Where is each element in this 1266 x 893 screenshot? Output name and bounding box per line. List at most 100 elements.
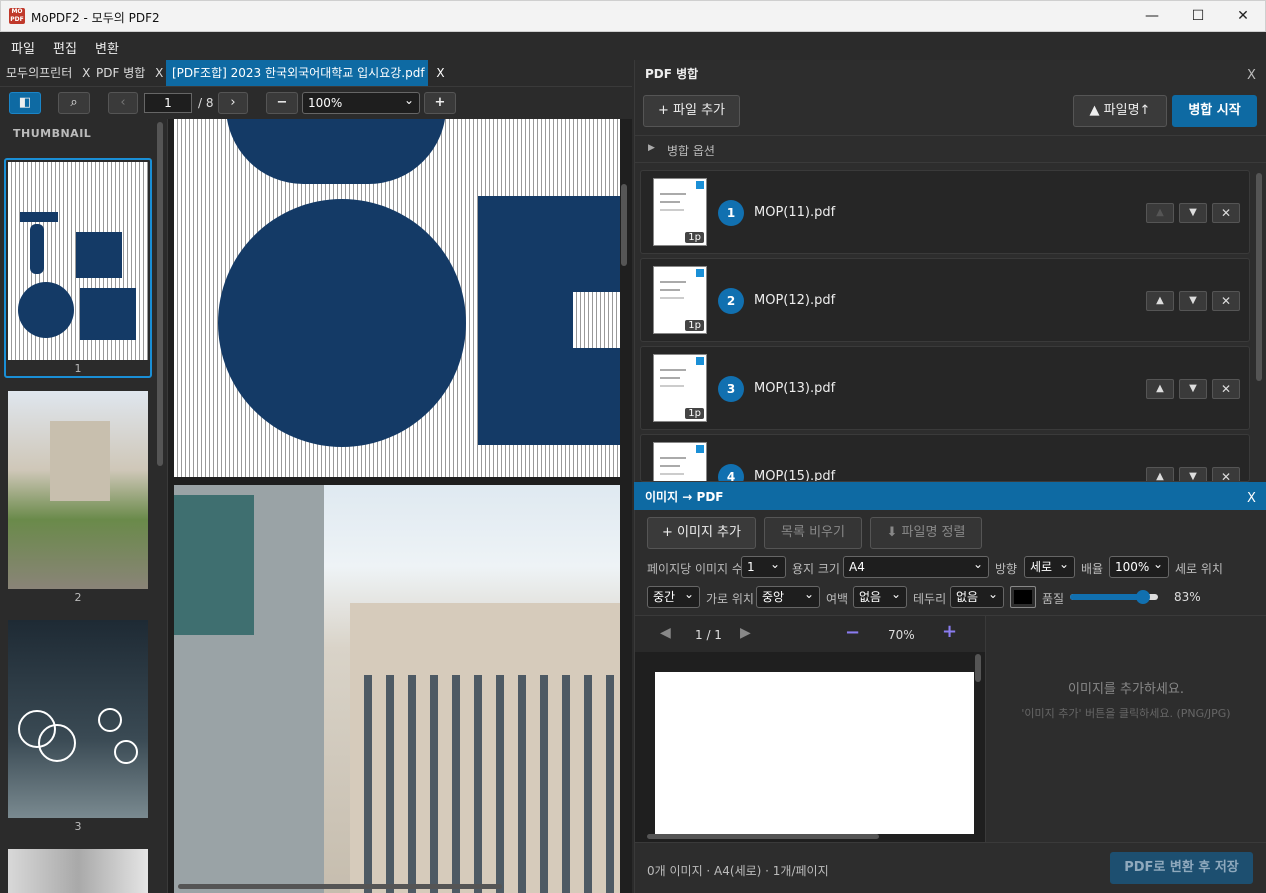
preview-hscrollbar[interactable] bbox=[647, 834, 879, 839]
preview-vscrollbar[interactable] bbox=[975, 654, 981, 682]
move-down-button[interactable]: ▼ bbox=[1179, 467, 1207, 481]
clear-list-button[interactable]: 목록 비우기 bbox=[764, 517, 862, 549]
margin-select[interactable]: 없음 bbox=[853, 584, 907, 608]
window-title: MoPDF2 - 모두의 PDF2 bbox=[31, 11, 160, 25]
tab-pdf-merge[interactable]: PDF 병합 X bbox=[90, 60, 169, 86]
file-thumb-line bbox=[660, 377, 680, 379]
file-thumb-line bbox=[660, 465, 680, 467]
preview-zoom-value: 70% bbox=[888, 628, 915, 642]
file-thumb-line bbox=[660, 193, 686, 195]
img2pdf-title: 이미지 → PDF bbox=[645, 490, 724, 504]
preview-next-icon[interactable]: ▶ bbox=[740, 625, 751, 641]
border-color-picker[interactable] bbox=[1010, 586, 1036, 608]
close-window-icon[interactable]: ✕ bbox=[1220, 1, 1266, 32]
quality-slider[interactable] bbox=[1070, 590, 1158, 604]
page-shape bbox=[573, 292, 620, 348]
viewer-hscrollbar[interactable] bbox=[178, 884, 502, 889]
tab-label: 모두의프린터 bbox=[6, 66, 73, 80]
move-down-button[interactable]: ▼ bbox=[1179, 291, 1207, 311]
tab-printer[interactable]: 모두의프린터 X bbox=[0, 60, 96, 86]
img2pdf-close-icon[interactable]: X bbox=[1247, 491, 1256, 506]
zoom-in-button[interactable]: + bbox=[424, 92, 456, 114]
thumb-shape bbox=[20, 212, 58, 222]
tab-label: PDF 병합 bbox=[96, 66, 146, 80]
file-thumbnail: 1p bbox=[653, 266, 707, 334]
quality-slider-fill bbox=[1070, 594, 1144, 600]
preview-canvas bbox=[635, 652, 985, 842]
preview-zoom-out-icon[interactable]: − bbox=[845, 622, 860, 643]
merge-options-bar[interactable] bbox=[635, 135, 1266, 163]
merge-file-row[interactable]: 1p 2 MOP(12).pdf ▲ ▼ ✕ bbox=[640, 258, 1250, 342]
zoom-select[interactable]: 100% bbox=[302, 90, 420, 114]
thumbnail-label: 3 bbox=[74, 820, 82, 833]
per-page-select[interactable]: 1 bbox=[741, 554, 786, 578]
quality-slider-knob[interactable] bbox=[1136, 590, 1151, 604]
file-thumbnail: 1p bbox=[653, 354, 707, 422]
add-file-button[interactable]: + 파일 추가 bbox=[643, 95, 740, 127]
move-up-button[interactable]: ▲ bbox=[1146, 291, 1174, 311]
menu-edit[interactable]: 편집 bbox=[53, 38, 77, 57]
file-index-badge: 4 bbox=[718, 464, 744, 481]
valign-select[interactable]: 중간 bbox=[647, 584, 700, 608]
page-shape bbox=[174, 495, 254, 635]
preview-zoom-in-icon[interactable]: + bbox=[942, 621, 957, 642]
move-up-button[interactable]: ▲ bbox=[1146, 379, 1174, 399]
minimize-icon[interactable]: — bbox=[1129, 1, 1175, 32]
page-total: / 8 bbox=[198, 96, 214, 110]
orientation-label: 방향 bbox=[995, 562, 1018, 576]
tab-active-document[interactable]: [PDF조합] 2023 한국외국어대학교 입시요강.pdf X bbox=[166, 60, 445, 86]
merge-file-row[interactable]: 1p 1 MOP(11).pdf ▲ ▼ ✕ bbox=[640, 170, 1250, 254]
divider bbox=[985, 616, 986, 842]
app-logo-icon: MO PDF bbox=[9, 8, 25, 24]
paper-size-select[interactable]: A4 bbox=[843, 554, 989, 578]
thumbnail-page-3[interactable] bbox=[8, 620, 148, 818]
remove-file-button[interactable]: ✕ bbox=[1212, 467, 1240, 481]
scale-select[interactable]: 100% bbox=[1109, 554, 1169, 578]
thumbnail-label: 1 bbox=[74, 362, 82, 375]
pdf-page-1 bbox=[174, 119, 620, 477]
merge-start-button[interactable]: 병합 시작 bbox=[1172, 95, 1257, 127]
move-down-button[interactable]: ▼ bbox=[1179, 379, 1207, 399]
page-number-input[interactable]: 1 bbox=[144, 93, 192, 113]
menu-file[interactable]: 파일 bbox=[11, 38, 35, 57]
sort-filename-button[interactable]: ▲ 파일명↑ bbox=[1073, 95, 1167, 127]
merge-close-icon[interactable]: X bbox=[1247, 68, 1256, 83]
sort-images-button[interactable]: ⬇ 파일명 정렬 bbox=[870, 517, 982, 549]
thumbnail-page-2[interactable] bbox=[8, 391, 148, 589]
merge-scrollbar[interactable] bbox=[1256, 173, 1262, 381]
prev-page-button[interactable]: ‹ bbox=[108, 92, 138, 114]
thumbnail-scrollbar[interactable] bbox=[157, 122, 163, 466]
merge-file-row[interactable]: 1p 3 MOP(13).pdf ▲ ▼ ✕ bbox=[640, 346, 1250, 430]
zoom-out-button[interactable]: − bbox=[266, 92, 298, 114]
file-page-count: 1p bbox=[685, 408, 704, 419]
next-page-button[interactable]: › bbox=[218, 92, 248, 114]
move-up-button[interactable]: ▲ bbox=[1146, 203, 1174, 223]
thumbnail-page-4[interactable] bbox=[8, 849, 148, 893]
remove-file-button[interactable]: ✕ bbox=[1212, 291, 1240, 311]
sidebar-toggle-icon[interactable]: ◧ bbox=[9, 92, 41, 114]
file-page-count: 1p bbox=[685, 320, 704, 331]
move-up-button[interactable]: ▲ bbox=[1146, 467, 1174, 481]
border-select[interactable]: 없음 bbox=[950, 584, 1004, 608]
thumbnail-page-1[interactable] bbox=[8, 162, 148, 360]
merge-options-label[interactable]: 병합 옵션 bbox=[667, 142, 715, 159]
find-icon[interactable]: ⌕ bbox=[58, 92, 90, 114]
merge-file-row[interactable]: 1p 4 MOP(15).pdf ▲ ▼ ✕ bbox=[640, 434, 1250, 482]
halign-select[interactable]: 중앙 bbox=[756, 584, 820, 608]
file-thumb-icon bbox=[696, 181, 704, 189]
menu-convert[interactable]: 변환 bbox=[95, 38, 119, 57]
remove-file-button[interactable]: ✕ bbox=[1212, 379, 1240, 399]
move-down-button[interactable]: ▼ bbox=[1179, 203, 1207, 223]
preview-prev-icon[interactable]: ◀ bbox=[660, 625, 671, 641]
convert-save-button[interactable]: PDF로 변환 후 저장 bbox=[1110, 852, 1253, 884]
tab-close-icon[interactable]: X bbox=[155, 66, 163, 80]
tab-close-icon[interactable]: X bbox=[436, 66, 444, 80]
add-image-button[interactable]: + 이미지 추가 bbox=[647, 517, 756, 549]
viewer-scrollbar[interactable] bbox=[621, 184, 627, 266]
remove-file-button[interactable]: ✕ bbox=[1212, 203, 1240, 223]
expand-icon[interactable]: ▶ bbox=[648, 143, 655, 153]
orientation-select[interactable]: 세로 bbox=[1024, 554, 1075, 578]
maximize-icon[interactable]: ☐ bbox=[1175, 1, 1221, 32]
file-name: MOP(11).pdf bbox=[754, 205, 836, 220]
paper-size-label: 용지 크기 bbox=[792, 562, 840, 576]
